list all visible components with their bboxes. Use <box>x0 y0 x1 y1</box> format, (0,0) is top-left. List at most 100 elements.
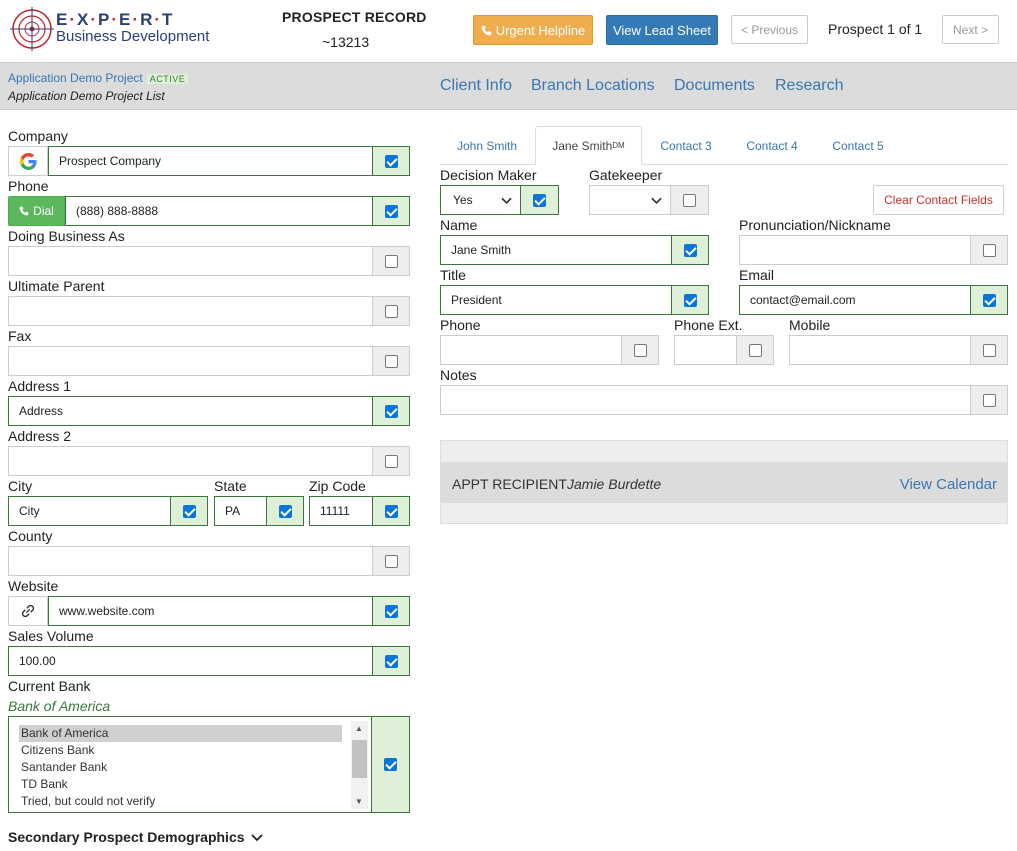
notes-label: Notes <box>440 367 477 383</box>
gatekeeper-verify-checkbox[interactable] <box>670 185 709 215</box>
project-list-link[interactable]: Application Demo Project List <box>8 89 165 103</box>
next-button[interactable]: Next > <box>942 15 999 44</box>
secondary-demographics-toggle[interactable]: Secondary Prospect Demographics <box>8 829 264 845</box>
pronunciation-label: Pronunciation/Nickname <box>739 217 891 233</box>
bank-option-selected[interactable]: Bank of America <box>19 725 342 742</box>
pronunciation-input[interactable] <box>739 235 970 265</box>
website-verify-checkbox[interactable] <box>372 596 410 626</box>
ultimate-parent-input[interactable] <box>8 296 372 326</box>
current-bank-verify-checkbox[interactable] <box>371 716 410 813</box>
company-input[interactable]: Prospect Company <box>48 146 372 176</box>
phone-input[interactable]: (888) 888-8888 <box>65 196 372 226</box>
email-verify-checkbox[interactable] <box>970 285 1008 315</box>
name-verify-checkbox[interactable] <box>671 235 709 265</box>
email-input[interactable]: contact@email.com <box>739 285 970 315</box>
company-verify-checkbox[interactable] <box>372 146 410 176</box>
dba-input[interactable] <box>8 246 372 276</box>
sales-volume-verify-checkbox[interactable] <box>372 646 410 676</box>
tab-contact-4[interactable]: Contact 4 <box>736 126 808 165</box>
mobile-input[interactable] <box>789 335 970 365</box>
ultimate-parent-verify-checkbox[interactable] <box>372 296 410 326</box>
open-website-button[interactable] <box>8 596 48 626</box>
city-verify-checkbox[interactable] <box>170 496 208 526</box>
bank-option[interactable]: Tried, but could not verify <box>19 793 342 810</box>
chevron-down-icon <box>501 197 512 205</box>
title-field: President <box>440 285 709 315</box>
phone-icon <box>481 25 491 35</box>
title-verify-checkbox[interactable] <box>671 285 709 315</box>
scrollbar-thumb[interactable] <box>352 740 367 778</box>
address1-label: Address 1 <box>8 378 72 394</box>
dial-button[interactable]: Dial <box>8 196 65 226</box>
state-input[interactable]: PA <box>214 496 266 526</box>
phone-ext-verify-checkbox[interactable] <box>736 335 774 365</box>
google-search-button[interactable] <box>8 146 48 176</box>
checkbox-unchecked-icon <box>683 193 696 207</box>
view-calendar-link[interactable]: View Calendar <box>900 476 997 493</box>
notes-verify-checkbox[interactable] <box>970 385 1008 415</box>
county-input[interactable] <box>8 546 372 576</box>
crosshair-logo-icon <box>10 7 54 51</box>
expert-logo[interactable]: E·X·P·E·R·T Business Development <box>10 6 215 52</box>
bank-option[interactable]: TD Bank <box>19 776 342 793</box>
sales-volume-input[interactable]: 100.00 <box>8 646 372 676</box>
project-name-link[interactable]: Application Demo Project <box>8 71 143 85</box>
dial-label: Dial <box>33 204 54 218</box>
zip-verify-checkbox[interactable] <box>372 496 410 526</box>
nav-client-info[interactable]: Client Info <box>440 77 512 95</box>
scroll-down-icon[interactable]: ▼ <box>355 797 363 806</box>
phone-ext-label: Phone Ext. <box>674 317 743 333</box>
fax-verify-checkbox[interactable] <box>372 346 410 376</box>
urgent-helpline-label: Urgent Helpline <box>495 22 586 38</box>
address1-input[interactable]: Address <box>8 396 372 426</box>
address2-verify-checkbox[interactable] <box>372 446 410 476</box>
mobile-verify-checkbox[interactable] <box>970 335 1008 365</box>
clear-contact-fields-button[interactable]: Clear Contact Fields <box>873 185 1004 215</box>
phone-label: Phone <box>8 178 49 194</box>
phone-verify-checkbox[interactable] <box>372 196 410 226</box>
tab-contact-1[interactable]: John Smith <box>446 126 528 165</box>
appointment-panel: APPT RECIPIENT Jamie Burdette View Calen… <box>440 440 1008 524</box>
nav-research[interactable]: Research <box>775 77 843 95</box>
state-verify-checkbox[interactable] <box>266 496 304 526</box>
sales-volume-label: Sales Volume <box>8 628 94 644</box>
tab-contact-3[interactable]: Contact 3 <box>650 126 722 165</box>
listbox-scrollbar[interactable]: ▲ ▼ <box>351 721 368 809</box>
contact-phone-input[interactable] <box>440 335 621 365</box>
decision-maker-verify-checkbox[interactable] <box>520 185 559 215</box>
gatekeeper-label: Gatekeeper <box>589 167 663 183</box>
address2-input[interactable] <box>8 446 372 476</box>
notes-input[interactable] <box>440 385 970 415</box>
title-input[interactable]: President <box>440 285 671 315</box>
mobile-field <box>789 335 1008 365</box>
gatekeeper-select[interactable] <box>589 185 671 215</box>
decision-maker-label: Decision Maker <box>440 167 537 183</box>
dba-verify-checkbox[interactable] <box>372 246 410 276</box>
fax-input[interactable] <box>8 346 372 376</box>
website-input[interactable]: www.website.com <box>48 596 372 626</box>
bank-option[interactable]: Citizens Bank <box>19 742 342 759</box>
fax-field <box>8 346 410 376</box>
title-label: Title <box>440 267 466 283</box>
checkbox-checked-icon <box>182 504 196 518</box>
decision-maker-select[interactable]: Yes <box>440 185 521 215</box>
contact-phone-verify-checkbox[interactable] <box>621 335 659 365</box>
nav-documents[interactable]: Documents <box>674 77 755 95</box>
view-lead-sheet-button[interactable]: View Lead Sheet <box>606 15 718 45</box>
tab-contact-2[interactable]: Jane Smith DM <box>535 126 642 165</box>
previous-button[interactable]: < Previous <box>731 15 808 44</box>
name-input[interactable]: Jane Smith <box>440 235 671 265</box>
city-input[interactable]: City <box>8 496 170 526</box>
bank-option[interactable]: Santander Bank <box>19 759 342 776</box>
phone-ext-input[interactable] <box>674 335 736 365</box>
pronunciation-verify-checkbox[interactable] <box>970 235 1008 265</box>
county-verify-checkbox[interactable] <box>372 546 410 576</box>
address1-verify-checkbox[interactable] <box>372 396 410 426</box>
current-bank-listbox[interactable]: Bank of America Citizens Bank Santander … <box>8 716 372 813</box>
scroll-up-icon[interactable]: ▲ <box>355 724 363 733</box>
tab-contact-5[interactable]: Contact 5 <box>822 126 894 165</box>
urgent-helpline-button[interactable]: Urgent Helpline <box>473 15 593 45</box>
nav-branch-locations[interactable]: Branch Locations <box>531 77 655 95</box>
zip-input[interactable]: 11111 <box>309 496 372 526</box>
checkbox-checked-icon <box>384 404 398 418</box>
